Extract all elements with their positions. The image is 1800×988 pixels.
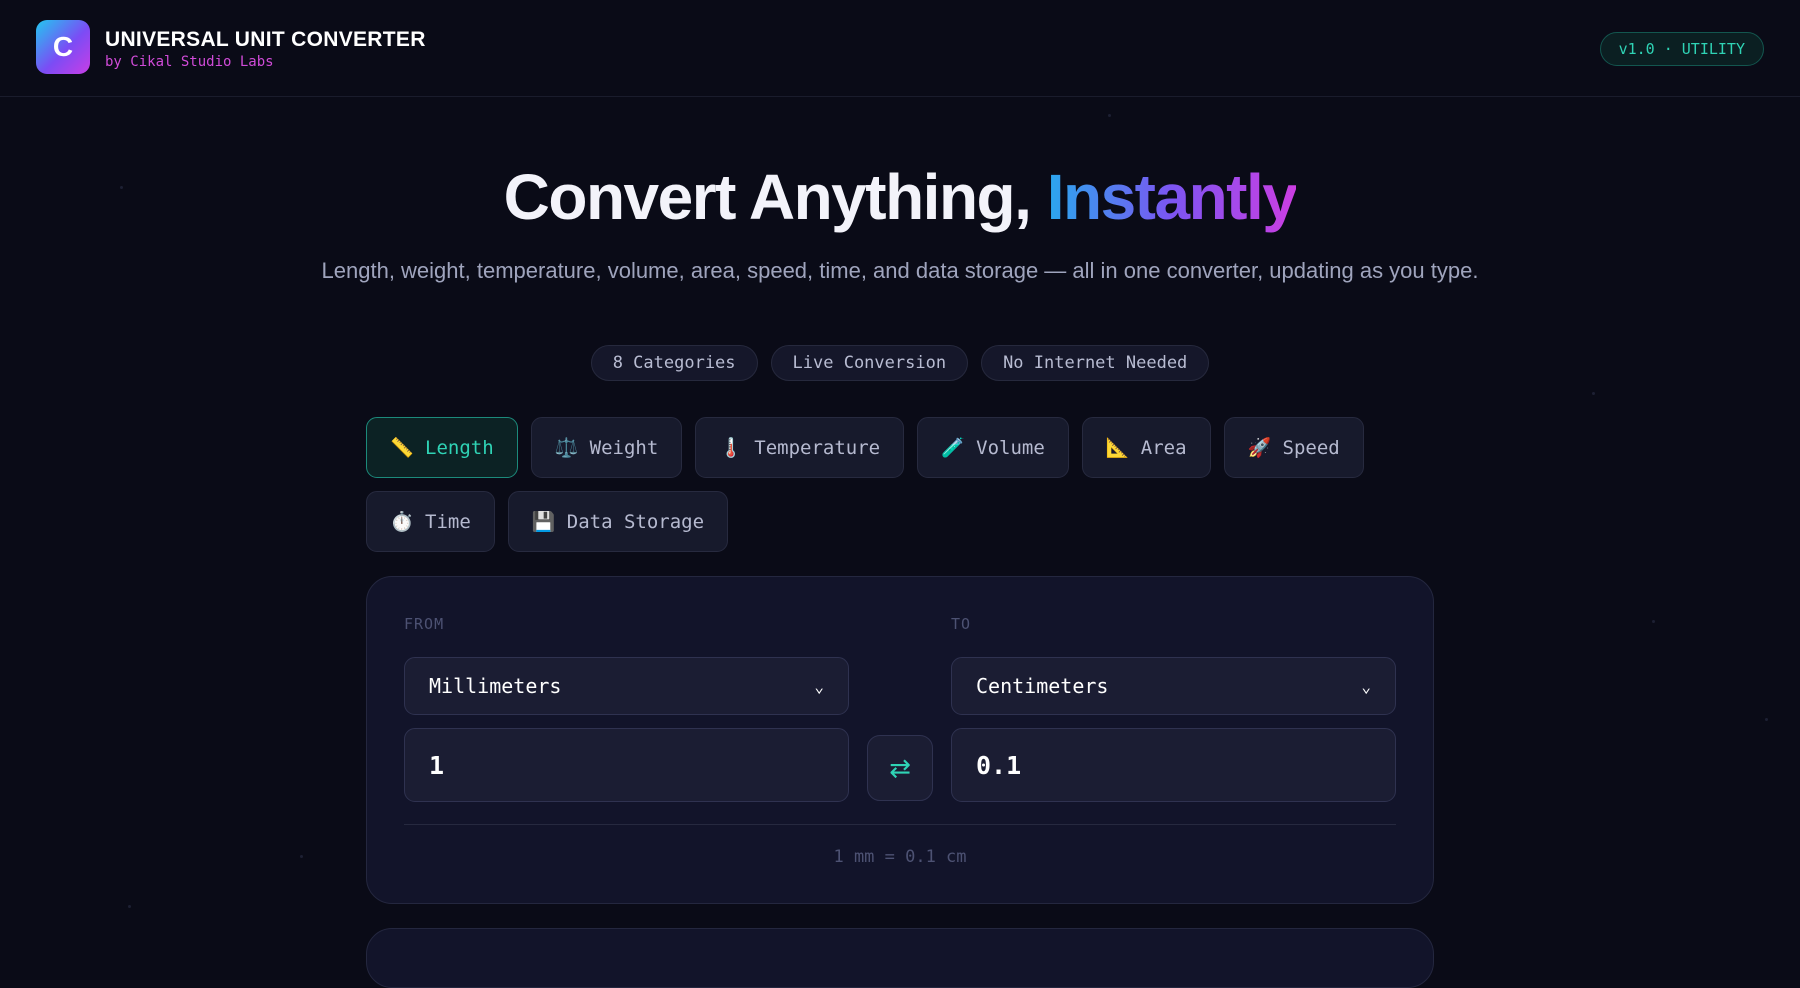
triangle-ruler-icon: 📐 bbox=[1106, 436, 1128, 459]
version-badge: v1.0 · UTILITY bbox=[1600, 32, 1764, 66]
ruler-icon: 📏 bbox=[390, 436, 412, 459]
from-unit-value: Millimeters bbox=[429, 674, 561, 698]
rocket-icon: 🚀 bbox=[1248, 436, 1270, 459]
tab-label: Weight bbox=[590, 437, 659, 459]
tab-temperature[interactable]: 🌡️ Temperature bbox=[695, 417, 904, 478]
tab-label: Speed bbox=[1283, 437, 1340, 459]
feature-pills: 8 Categories Live Conversion No Internet… bbox=[0, 345, 1800, 381]
thermometer-icon: 🌡️ bbox=[719, 436, 741, 459]
converter-card: FROM TO Millimeters ⌄ Centimeters ⌄ 1 ⇄ … bbox=[366, 576, 1434, 904]
top-bar: C UNIVERSAL UNIT CONVERTER by Cikal Stud… bbox=[0, 0, 1800, 97]
hero-title: Convert Anything, Instantly bbox=[0, 160, 1800, 234]
card-divider bbox=[404, 824, 1396, 825]
tab-volume[interactable]: 🧪 Volume bbox=[917, 417, 1069, 478]
tab-area[interactable]: 📐 Area bbox=[1082, 417, 1211, 478]
from-label: FROM bbox=[404, 615, 444, 633]
tab-time[interactable]: ⏱️ Time bbox=[366, 491, 495, 552]
tab-label: Temperature bbox=[754, 437, 880, 459]
hero-title-accent: Instantly bbox=[1047, 161, 1297, 233]
tab-label: Volume bbox=[976, 437, 1045, 459]
tab-label: Area bbox=[1141, 437, 1187, 459]
feature-pill: 8 Categories bbox=[591, 345, 758, 381]
app-subtitle: by Cikal Studio Labs bbox=[105, 54, 274, 70]
chevron-down-icon: ⌄ bbox=[1361, 677, 1371, 696]
app-logo: C bbox=[36, 20, 90, 74]
tab-weight[interactable]: ⚖️ Weight bbox=[531, 417, 683, 478]
hero-subtitle: Length, weight, temperature, volume, are… bbox=[310, 251, 1490, 290]
tab-label: Data Storage bbox=[567, 511, 704, 533]
test-tube-icon: 🧪 bbox=[941, 436, 963, 459]
to-unit-value: Centimeters bbox=[976, 674, 1108, 698]
floppy-disk-icon: 💾 bbox=[532, 510, 554, 533]
tab-length[interactable]: 📏 Length bbox=[366, 417, 518, 478]
swap-units-button[interactable]: ⇄ bbox=[867, 735, 933, 801]
app-title: UNIVERSAL UNIT CONVERTER bbox=[105, 28, 426, 52]
tab-label: Length bbox=[425, 437, 494, 459]
to-value-output[interactable]: 0.1 bbox=[951, 728, 1396, 802]
from-value-input[interactable]: 1 bbox=[404, 728, 849, 802]
to-label: TO bbox=[951, 615, 971, 633]
swap-icon: ⇄ bbox=[889, 753, 911, 784]
scale-icon: ⚖️ bbox=[555, 436, 577, 459]
chevron-down-icon: ⌄ bbox=[814, 677, 824, 696]
tab-data-storage[interactable]: 💾 Data Storage bbox=[508, 491, 728, 552]
to-unit-select[interactable]: Centimeters ⌄ bbox=[951, 657, 1396, 715]
hero-title-main: Convert Anything, bbox=[504, 161, 1047, 233]
category-tabs: 📏 Length ⚖️ Weight 🌡️ Temperature 🧪 Volu… bbox=[366, 417, 1436, 552]
feature-pill: No Internet Needed bbox=[981, 345, 1209, 381]
tab-label: Time bbox=[425, 511, 471, 533]
secondary-card bbox=[366, 928, 1434, 988]
from-unit-select[interactable]: Millimeters ⌄ bbox=[404, 657, 849, 715]
stopwatch-icon: ⏱️ bbox=[390, 510, 412, 533]
conversion-formula: 1 mm = 0.1 cm bbox=[367, 847, 1433, 867]
feature-pill: Live Conversion bbox=[771, 345, 969, 381]
tab-speed[interactable]: 🚀 Speed bbox=[1224, 417, 1364, 478]
